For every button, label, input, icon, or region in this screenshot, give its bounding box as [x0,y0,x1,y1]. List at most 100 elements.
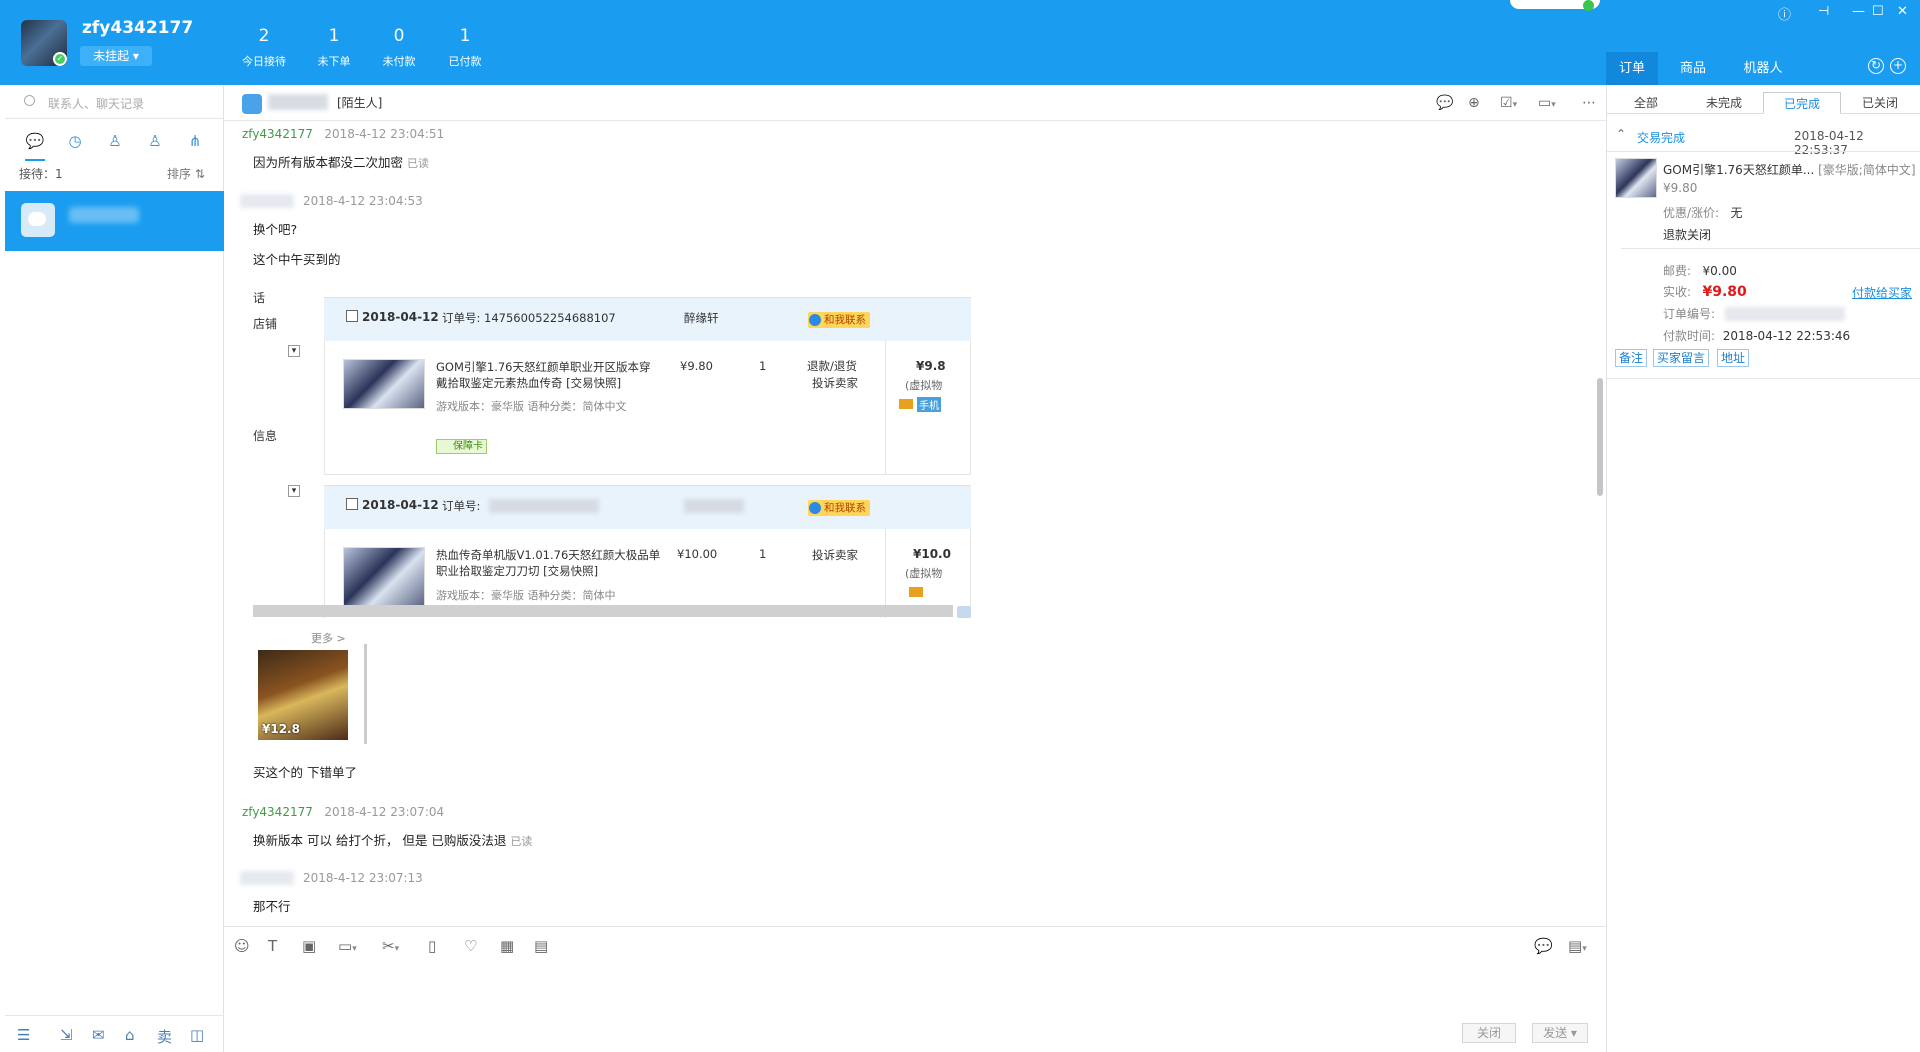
emoji-icon[interactable]: ☺ [234,937,250,955]
check-badge-icon [1583,0,1594,11]
top-header: ✓ zfy4342177 未挂起 ▾ 2 今日接待 1 未下单 0 未付款 1 已付款 … [0,0,1920,85]
close-window-icon[interactable]: ✕ [1897,4,1908,19]
order-number-label: 订单编号: [1663,307,1716,321]
message-meta: zfy4342177 2018-4-12 23:04:51 [242,127,445,141]
paytime-row: 付款时间: 2018-04-12 22:53:46 [1663,329,1851,343]
send-button[interactable]: 发送 ▾ [1532,1023,1588,1043]
minimize-icon[interactable]: — [1852,4,1865,19]
message-text: 那不行 [253,899,291,914]
chat-record-icon[interactable]: 💬 [1534,937,1553,955]
tab-closed[interactable]: 已关闭 [1841,92,1919,114]
chat-scrollbar[interactable] [1597,130,1604,910]
heart-icon[interactable]: ♡ [464,937,477,955]
sent-screenshot-image[interactable]: 话 店铺 ▾ 信息 ▾ 2018-04-12 订单号: 147560052254… [253,275,971,618]
sender-name-blurred [240,194,294,208]
screenshot-scrollbar [253,605,953,617]
stat-not-ordered[interactable]: 1 未下单 [304,26,364,69]
clock-icon[interactable]: ◷ [65,131,85,151]
sell-icon[interactable]: 卖 [157,1026,172,1047]
order-product-thumbnail[interactable] [1615,158,1657,198]
tab-products[interactable]: 商品 [1668,52,1718,85]
export-icon[interactable]: ⇲ [60,1026,73,1044]
mail-icon[interactable]: ✉ [92,1026,105,1044]
order-product-price: ¥9.80 [1663,181,1698,195]
order-body: GOM引擎1.76天怒红颜单职业开区版本穿戴拾取鉴定元素热血传奇 [交易快照] … [324,341,971,475]
product-thumbnail [343,547,425,607]
seller-blurred [684,499,744,513]
user-avatar[interactable]: ✓ [21,20,67,66]
input-toolbar: ☺ T ▣ ▭▾ ✂▾ ▯ ♡ ▦ ▤ 💬 ▤▾ [224,926,1606,962]
order-header: 2018-04-12 订单号: 和我联系 [324,485,971,529]
contact-seller-badge: 和我联系 [808,312,870,328]
add-icon[interactable]: + [1890,58,1906,74]
video-icon[interactable]: ▭▾ [1538,95,1556,111]
screenshot-sidebar: 话 店铺 ▾ 信息 ▾ [253,275,323,618]
font-icon[interactable]: T [268,937,277,955]
order-product-title[interactable]: GOM引擎1.76天怒红颜单... [豪华版;简体中文] [1663,161,1916,178]
contact-seller-badge: 和我联系 [808,500,870,516]
maximize-icon[interactable]: ☐ [1872,4,1884,19]
message-text: 换个吧? [253,222,298,237]
tab-completed[interactable]: 已完成 [1763,92,1841,114]
order-checkbox [346,310,358,322]
message-input[interactable] [224,962,1606,1052]
more-link[interactable]: 更多 > [311,630,346,646]
username: zfy4342177 [82,18,194,38]
sort-button[interactable]: 排序 ⇅ [167,165,205,182]
status-dropdown[interactable]: 未挂起 ▾ [80,46,152,66]
expand-icon: ▾ [288,485,300,497]
card-scrollbar [364,644,367,744]
message-text: 这个中午买到的 [253,252,341,267]
refresh-icon[interactable]: ↻ [1868,58,1884,74]
online-check-icon: ✓ [53,52,67,66]
folder-icon[interactable]: ▭▾ [338,937,357,955]
contact-search[interactable]: 联系人、聊天记录 [5,85,224,119]
scissors-icon[interactable]: ✂▾ [382,937,399,955]
order-status: 交易完成 [1637,131,1686,145]
shake-icon[interactable]: ▯ [428,937,436,955]
product-card[interactable]: 更多 > ¥12.8 [253,630,367,745]
pay-buyer-link[interactable]: 付款给买家 [1852,284,1912,301]
transfer-icon[interactable]: ⊕ [1468,95,1480,111]
shop-icon[interactable]: ⌂ [125,1026,135,1044]
org-tree-icon[interactable]: ⋔ [185,131,205,151]
order-time: 2018-04-12 22:53:37 [1794,129,1864,157]
note-button[interactable]: 备注 [1615,349,1648,367]
contact-avatar [21,203,55,237]
chat-bubble-icon[interactable]: 💬 [25,131,45,161]
image-icon[interactable]: ▣ [302,937,316,955]
collapse-icon[interactable]: ⌃ [1616,127,1626,141]
stat-paid[interactable]: 1 已付款 [435,26,495,69]
settings-icon[interactable]: ▤▾ [1568,937,1587,955]
scroll-thumb[interactable] [1597,378,1603,496]
tab-orders[interactable]: 订单 [1606,52,1658,85]
address-button[interactable]: 地址 [1717,349,1750,367]
tab-all[interactable]: 全部 [1607,92,1685,114]
tab-robot[interactable]: 机器人 [1728,52,1798,85]
stat-today-reception[interactable]: 2 今日接待 [234,26,294,69]
person-icon[interactable]: ♙ [105,131,125,151]
menu-icon[interactable]: ☰ [17,1026,30,1044]
contact-item[interactable] [5,191,224,251]
close-button[interactable]: 关闭 [1462,1023,1516,1043]
search-icon [24,95,35,106]
calculator-icon[interactable]: ▦ [500,937,514,955]
chat-contact-avatar[interactable] [242,94,262,114]
product-card-price: ¥12.8 [262,722,300,736]
buyer-message-button[interactable]: 买家留言 [1653,349,1710,367]
pin-icon[interactable]: ⊣ [1818,4,1829,19]
search-input[interactable]: 联系人、聊天记录 [48,95,144,112]
task-icon[interactable]: ☑▾ [1500,95,1517,111]
stat-unpaid[interactable]: 0 未付款 [369,26,429,69]
sender-name-blurred [240,871,294,885]
contact-name-blurred [69,207,139,223]
more-icon[interactable]: ⋯ [1582,95,1596,111]
message-meta: zfy4342177 2018-4-12 23:07:04 [242,805,445,819]
coupon-icon[interactable]: ▤ [534,937,548,955]
group-icon[interactable]: ♙ [145,131,165,151]
order-number-blurred [1725,307,1845,321]
help-icon[interactable]: ⓘ [1778,4,1791,23]
quick-reply-icon[interactable]: 💬 [1436,95,1453,111]
window-icon[interactable]: ◫ [190,1026,204,1044]
tab-unfinished[interactable]: 未完成 [1685,92,1763,114]
